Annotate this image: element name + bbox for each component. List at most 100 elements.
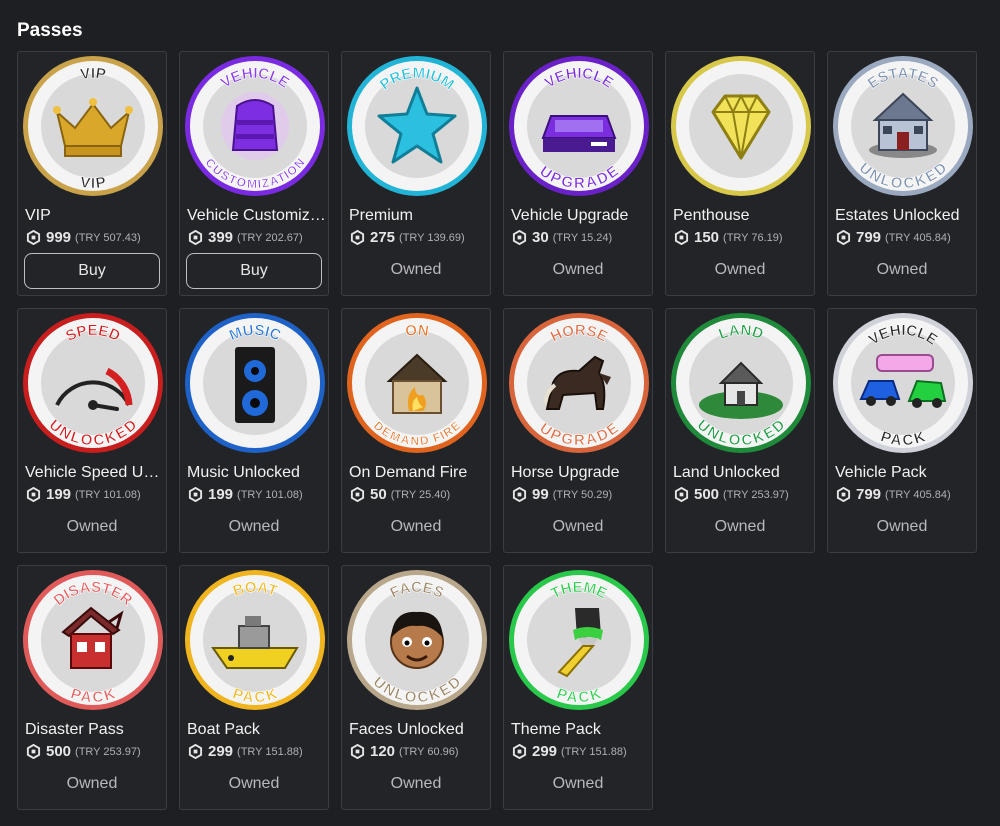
- pass-name[interactable]: Premium: [349, 207, 489, 225]
- price-row: 299 (TRY 151.88): [512, 743, 627, 760]
- robux-icon: [26, 230, 41, 245]
- local-price: (TRY 76.19): [723, 231, 783, 244]
- robux-icon: [674, 230, 689, 245]
- pass-thumbnail[interactable]: DISASTER PACK: [21, 568, 165, 712]
- pass-name[interactable]: Music Unlocked: [187, 464, 327, 482]
- robux-price: 99: [532, 486, 549, 503]
- pass-name[interactable]: On Demand Fire: [349, 464, 489, 482]
- price-row: 99 (TRY 50.29): [512, 486, 612, 503]
- car-upgrade-icon: VEHICLEUPGRADE: [509, 56, 649, 196]
- robux-price: 299: [208, 743, 234, 760]
- pass-thumbnail[interactable]: SPEEDUNLOCKED: [21, 311, 165, 455]
- robux-price: 500: [694, 486, 720, 503]
- pass-card-disaster[interactable]: DISASTER PACK Disaster Pass 500 (TRY 253.97)…: [17, 565, 167, 810]
- buy-button[interactable]: Buy: [24, 253, 160, 289]
- pass-card-speed[interactable]: SPEEDUNLOCKED Vehicle Speed Unlocked 199(T…: [17, 308, 167, 553]
- robux-icon: [26, 744, 41, 759]
- pass-card-vehicle-upgrade[interactable]: VEHICLE UPGRADE Vehicle Upgrade 30 (TRY 15.2…: [503, 51, 653, 296]
- owned-label: Owned: [390, 261, 442, 278]
- price-row: 120 (TRY 60.96): [350, 743, 459, 760]
- owned-label: Owned: [390, 518, 442, 535]
- price-row: 500 (TRY 253.97): [26, 743, 141, 760]
- local-price: (TRY 151.88): [237, 745, 303, 758]
- robux-price: 399: [208, 229, 234, 246]
- pass-name[interactable]: Theme Pack: [511, 721, 651, 739]
- robux-icon: [512, 487, 527, 502]
- pass-card-theme[interactable]: THEME PACK Theme Pack 299 (TRY 151.88) Owned: [503, 565, 653, 810]
- horse-icon: HORSEUPGRADE: [509, 313, 649, 453]
- pass-thumbnail[interactable]: VEHICLE PACK: [831, 311, 975, 455]
- robux-icon: [188, 487, 203, 502]
- pass-thumbnail[interactable]: LAND UNLOCKED: [669, 311, 813, 455]
- pass-card-vip[interactable]: VIP VIP VIP 999 (TRY 507.43) Buy: [17, 51, 167, 296]
- robux-price: 799: [856, 229, 882, 246]
- local-price: (TRY 405.84): [885, 231, 951, 244]
- pass-thumbnail[interactable]: ESTATES UNLOCKED: [831, 54, 975, 198]
- pass-card-estates[interactable]: ESTATES UNLOCKED Estates Unlocked 799 (TRY 4…: [827, 51, 977, 296]
- diamond-icon: [671, 56, 811, 196]
- crown-icon: VIP VIP: [23, 56, 163, 196]
- pass-thumbnail[interactable]: VEHICLE CUSTOMIZATION: [183, 54, 327, 198]
- pass-card-vehicle-custom[interactable]: VEHICLECUSTOMIZATION Vehicle Customizatio…: [179, 51, 329, 296]
- owned-label: Owned: [552, 261, 604, 278]
- pass-name[interactable]: Disaster Pass: [25, 721, 165, 739]
- local-price: (TRY 60.96): [399, 745, 459, 758]
- pass-thumbnail[interactable]: BOAT PACK: [183, 568, 327, 712]
- robux-price: 799: [856, 486, 882, 503]
- pass-thumbnail[interactable]: [669, 54, 813, 198]
- pass-thumbnail[interactable]: MUSIC: [183, 311, 327, 455]
- owned-label: Owned: [714, 261, 766, 278]
- pass-thumbnail[interactable]: HORSE UPGRADE: [507, 311, 651, 455]
- robux-icon: [188, 744, 203, 759]
- local-price: (TRY 151.88): [561, 745, 627, 758]
- owned-label: Owned: [228, 775, 280, 792]
- pass-name[interactable]: Penthouse: [673, 207, 813, 225]
- local-price: (TRY 253.97): [75, 745, 141, 758]
- pass-thumbnail[interactable]: ON DEMAND FIRE: [345, 311, 489, 455]
- burning-house-icon: ONDEMAND FIRE: [347, 313, 487, 453]
- svg-text:VIP: VIP: [79, 174, 107, 192]
- pass-name[interactable]: Boat Pack: [187, 721, 327, 739]
- buy-button[interactable]: Buy: [186, 253, 322, 289]
- pass-name[interactable]: Vehicle Customization: [187, 207, 327, 225]
- robux-price: 30: [532, 229, 549, 246]
- pass-thumbnail[interactable]: VIP VIP: [21, 54, 165, 198]
- owned-label: Owned: [714, 518, 766, 535]
- pass-card-fire[interactable]: ON DEMAND FIRE On Demand Fire 50 (TRY 25.40)…: [341, 308, 491, 553]
- pass-thumbnail[interactable]: THEME PACK: [507, 568, 651, 712]
- pass-card-boat[interactable]: BOAT PACK Boat Pack 299 (TRY 151.88) Owned: [179, 565, 329, 810]
- pass-thumbnail[interactable]: VEHICLE UPGRADE: [507, 54, 651, 198]
- pass-name[interactable]: Estates Unlocked: [835, 207, 975, 225]
- house-icon: ESTATESUNLOCKED: [833, 56, 973, 196]
- local-price: (TRY 50.29): [552, 488, 613, 501]
- svg-text:VIP: VIP: [79, 65, 107, 83]
- pass-card-premium[interactable]: PREMIUM Premium 275 (TRY 139.69) Owned: [341, 51, 491, 296]
- broken-house-icon: DISASTERPACK: [23, 570, 163, 710]
- pass-thumbnail[interactable]: FACES UNLOCKED: [345, 568, 489, 712]
- pass-card-music[interactable]: MUSIC Music Unlocked 199 (TRY 101.08) Owned: [179, 308, 329, 553]
- pass-name[interactable]: VIP: [25, 207, 165, 225]
- pass-name[interactable]: Vehicle Pack: [835, 464, 975, 482]
- robux-price: 199: [208, 486, 234, 503]
- pass-name[interactable]: Vehicle Speed Unlocked: [25, 464, 165, 482]
- pass-card-faces[interactable]: FACES UNLOCKED Faces Unlocked 120 (TRY 60.96…: [341, 565, 491, 810]
- robux-icon: [350, 487, 365, 502]
- pass-thumbnail[interactable]: PREMIUM: [345, 54, 489, 198]
- price-row: 999 (TRY 507.43): [26, 229, 141, 246]
- pass-name[interactable]: Horse Upgrade: [511, 464, 651, 482]
- owned-label: Owned: [552, 518, 604, 535]
- pass-card-land[interactable]: LAND UNLOCKED Land Unlocked 500 (TRY 253.97)…: [665, 308, 815, 553]
- pass-card-penthouse[interactable]: Penthouse 150 (TRY 76.19) Owned: [665, 51, 815, 296]
- pass-card-vehicle-pack[interactable]: VEHICLE PACK Vehicle Pack 799 (TRY 405.84) Ow…: [827, 308, 977, 553]
- robux-icon: [836, 487, 851, 502]
- pass-name[interactable]: Vehicle Upgrade: [511, 207, 651, 225]
- robux-icon: [674, 487, 689, 502]
- robux-icon: [188, 230, 203, 245]
- robux-price: 299: [532, 743, 558, 760]
- pass-name[interactable]: Faces Unlocked: [349, 721, 489, 739]
- pass-card-horse[interactable]: HORSE UPGRADE Horse Upgrade 99 (TRY 50.29) Ow…: [503, 308, 653, 553]
- speedometer-icon: SPEEDUNLOCKED: [23, 313, 163, 453]
- price-row: 799 (TRY 405.84): [836, 229, 951, 246]
- pass-name[interactable]: Land Unlocked: [673, 464, 813, 482]
- price-row: 30 (TRY 15.24): [512, 229, 612, 246]
